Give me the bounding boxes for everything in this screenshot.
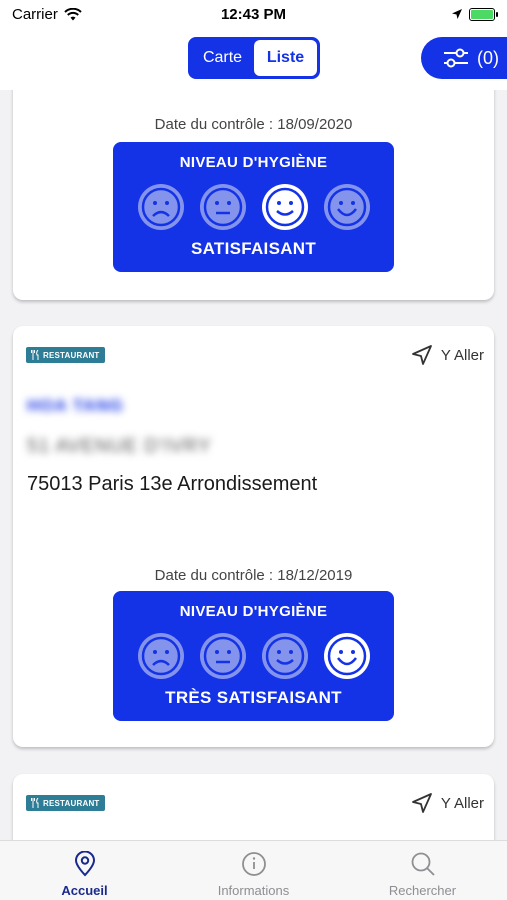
- view-segmented-control: Carte Liste: [188, 37, 320, 79]
- search-icon: [411, 852, 435, 876]
- tab-label: Informations: [217, 883, 290, 898]
- hygiene-panel: NIVEAU D'HYGIÈNE: [113, 142, 394, 272]
- tab-label: Accueil: [61, 883, 108, 898]
- hygiene-level: SATISFAISANT: [190, 239, 317, 258]
- category-tag: RESTAURANT: [26, 795, 105, 811]
- directions-label: Y Aller: [440, 794, 484, 812]
- very-sad-face-icon: [137, 633, 184, 679]
- category-tag: RESTAURANT: [26, 347, 105, 363]
- directions-label: Y Aller: [440, 346, 484, 364]
- hygiene-faces: [113, 183, 394, 231]
- neutral-face-icon: [199, 184, 246, 230]
- tab-informations[interactable]: Informations: [169, 841, 338, 900]
- tab-bar: Accueil Informations Rechercher: [0, 840, 507, 900]
- category-label: RESTAURANT: [43, 798, 100, 808]
- smile-face-icon: [261, 633, 308, 679]
- info-icon: [241, 852, 266, 876]
- segment-carte[interactable]: Carte: [191, 40, 254, 76]
- sliders-icon: [444, 48, 468, 68]
- tab-rechercher[interactable]: Rechercher: [338, 841, 507, 900]
- tab-label: Rechercher: [388, 883, 457, 898]
- navigation-arrow-icon: [412, 345, 432, 365]
- very-sad-face-icon: [137, 184, 184, 230]
- establishment-card[interactable]: Date du contrôle : 18/09/2020 NIVEAU D'H…: [13, 90, 494, 300]
- top-navigation: Carte Liste (0): [0, 28, 507, 90]
- battery-icon: [469, 7, 498, 21]
- control-date: Date du contrôle : 18/09/2020: [154, 116, 353, 133]
- segment-liste[interactable]: Liste: [254, 40, 317, 76]
- navigation-arrow-icon: [412, 793, 432, 813]
- fork-knife-icon: [31, 798, 39, 808]
- hygiene-level: TRÈS SATISFAISANT: [165, 688, 342, 707]
- category-label: RESTAURANT: [43, 350, 100, 360]
- carrier-label: Carrier: [12, 5, 58, 23]
- neutral-face-icon: [199, 633, 246, 679]
- big-smile-face-icon: [323, 184, 370, 230]
- tab-accueil[interactable]: Accueil: [0, 841, 169, 900]
- control-date: Date du contrôle : 18/12/2019: [154, 567, 353, 584]
- establishment-city: 75013 Paris 13e Arrondissement: [27, 473, 318, 495]
- establishment-card[interactable]: RESTAURANT Y Aller: [13, 774, 494, 840]
- smile-face-icon-selected: [261, 184, 308, 230]
- filter-count: (0): [477, 47, 499, 68]
- directions-button[interactable]: Y Aller: [411, 792, 484, 814]
- big-smile-face-icon-selected: [323, 633, 370, 679]
- wifi-icon: [64, 7, 82, 20]
- directions-button[interactable]: Y Aller: [411, 344, 484, 366]
- establishment-street: 51 AVENUE D'IVRY: [27, 436, 212, 457]
- establishment-card[interactable]: RESTAURANT Y Aller HOA TANG 51 AVENUE D'…: [13, 326, 494, 747]
- hygiene-panel: NIVEAU D'HYGIÈNE: [113, 591, 394, 721]
- hygiene-faces: [113, 632, 394, 680]
- fork-knife-icon: [31, 350, 39, 360]
- hygiene-title: NIVEAU D'HYGIÈNE: [179, 154, 328, 171]
- establishment-list[interactable]: Date du contrôle : 18/09/2020 NIVEAU D'H…: [0, 90, 507, 840]
- status-bar: Carrier 12:43 PM: [0, 0, 507, 28]
- location-arrow-icon: [452, 9, 462, 19]
- establishment-name: HOA TANG: [27, 396, 124, 415]
- hygiene-title: NIVEAU D'HYGIÈNE: [179, 603, 328, 620]
- filter-button[interactable]: (0): [421, 37, 507, 79]
- location-pin-icon: [74, 851, 95, 877]
